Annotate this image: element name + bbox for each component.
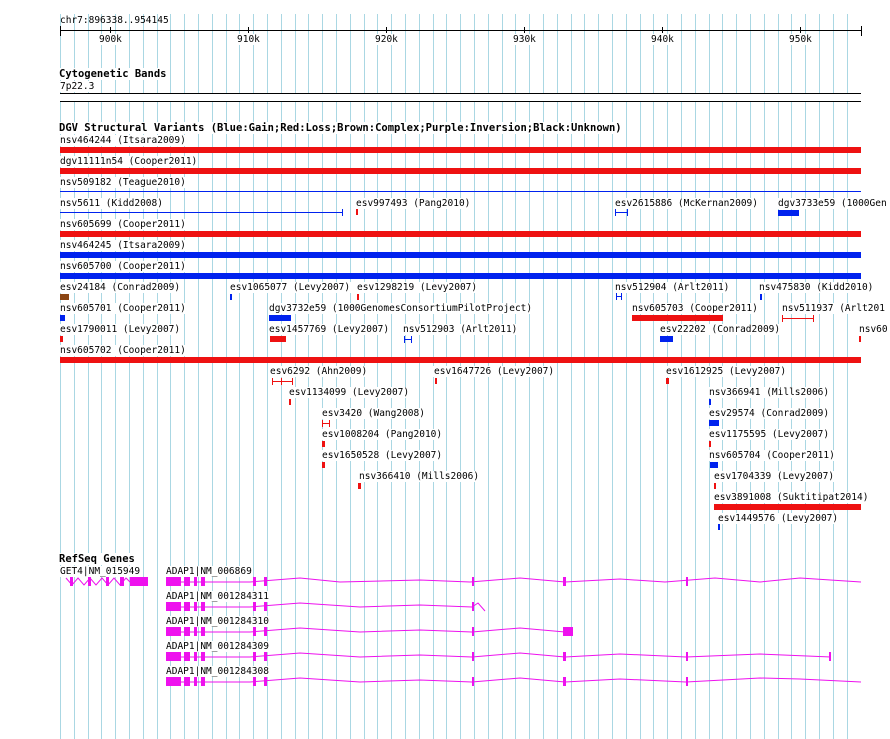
- adap1-exon: [201, 627, 205, 636]
- adap1-exon: [201, 602, 205, 611]
- adap1-intron: [166, 627, 573, 633]
- adap1-exon: [472, 677, 474, 686]
- adap1-intron: [166, 602, 486, 612]
- adap1-exon: [472, 627, 474, 636]
- adap1-exon: [686, 677, 688, 686]
- adap1-intron: [166, 577, 862, 583]
- adap1-exon: [253, 577, 256, 586]
- adap1-exon: [166, 602, 181, 611]
- adap1-exon: [472, 577, 474, 586]
- adap1-exon: [166, 577, 181, 586]
- get4-exon: [130, 577, 148, 586]
- adap1-intron: [166, 677, 862, 683]
- adap1-exon: [253, 677, 256, 686]
- get4-exon: [120, 577, 124, 586]
- adap1-exon: [184, 577, 190, 586]
- adap1-exon: [194, 602, 197, 611]
- adap1-exon: [166, 677, 181, 686]
- get4-exon: [106, 577, 109, 586]
- adap1-exon: [264, 652, 267, 661]
- adap1-exon: [264, 627, 267, 636]
- adap1-exon: [686, 652, 688, 661]
- adap1-exon: [194, 577, 197, 586]
- adap1-exon: [253, 627, 256, 636]
- adap1-exon: [472, 652, 474, 661]
- adap1-exon: [194, 627, 197, 636]
- get4-exon: [70, 577, 73, 586]
- adap1-exon: [686, 577, 688, 586]
- gene-models[interactable]: [0, 0, 890, 739]
- adap1-exon: [264, 577, 267, 586]
- adap1-exon: [166, 627, 181, 636]
- adap1-exon: [201, 652, 205, 661]
- adap1-exon: [563, 627, 573, 636]
- adap1-exon: [253, 602, 256, 611]
- adap1-exon: [184, 652, 190, 661]
- adap1-exon: [472, 602, 474, 611]
- adap1-exon: [184, 627, 190, 636]
- adap1-exon: [264, 677, 267, 686]
- adap1-exon: [194, 652, 197, 661]
- adap1-exon: [201, 577, 205, 586]
- adap1-exon: [166, 652, 181, 661]
- adap1-exon: [194, 677, 197, 686]
- adap1-exon: [829, 652, 831, 661]
- adap1-exon: [563, 577, 566, 586]
- adap1-exon: [253, 652, 256, 661]
- adap1-exon: [184, 677, 190, 686]
- adap1-exon: [264, 602, 267, 611]
- adap1-exon: [563, 652, 566, 661]
- adap1-exon: [184, 602, 190, 611]
- adap1-exon: [563, 677, 566, 686]
- genome-browser-view: chr7:896338..954145 900k 910k 920k 930k …: [0, 0, 890, 739]
- adap1-exon: [201, 677, 205, 686]
- get4-exon: [88, 577, 91, 586]
